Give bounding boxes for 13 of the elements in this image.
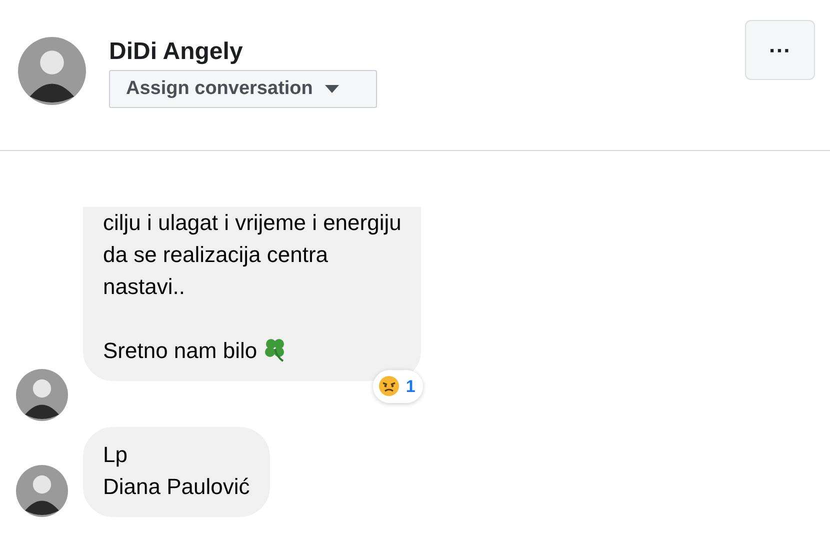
assign-conversation-button[interactable]: Assign conversation — [109, 70, 377, 108]
contact-name: DiDi Angely — [109, 38, 243, 66]
message-text: Lp Diana Paulović — [103, 441, 250, 501]
reaction-count: 1 — [406, 376, 416, 398]
message-text: cilju i ulagat i vrijeme i energiju da se realizacija centra nastavi.. — [103, 209, 402, 301]
sender-avatar — [16, 465, 68, 517]
more-options-button[interactable]: ··· — [745, 20, 815, 80]
sender-avatar — [16, 369, 68, 421]
caret-icon — [324, 85, 339, 93]
reaction-badge[interactable]: 1 — [372, 370, 424, 403]
contact-avatar — [18, 37, 86, 105]
angry-face-icon — [378, 375, 400, 398]
message-text: Sretno nam bilo — [103, 335, 402, 367]
